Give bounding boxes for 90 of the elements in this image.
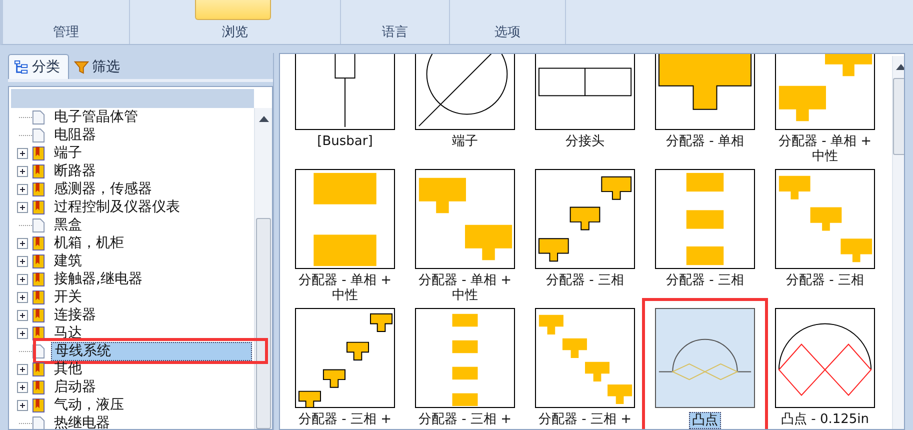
- symbol-tile[interactable]: [655, 54, 755, 130]
- tab-label: 管理: [53, 24, 79, 41]
- symbol-label: 分配器 - 单相 + 中性: [298, 273, 392, 303]
- scroll-thumb[interactable]: [893, 78, 904, 155]
- symbol-tile[interactable]: [295, 54, 395, 130]
- tree-item[interactable]: 黑盒: [51, 216, 85, 234]
- symbol-tile[interactable]: [415, 169, 515, 269]
- funnel-icon: [74, 60, 89, 74]
- tree-icon: [14, 60, 29, 74]
- expand-icon[interactable]: [17, 400, 28, 410]
- tree-item[interactable]: 建筑: [51, 252, 85, 270]
- book-icon: [32, 326, 45, 340]
- scrollbar[interactable]: [254, 108, 272, 429]
- symbol-label: 分配器 - 单相: [665, 134, 745, 149]
- book-icon: [32, 380, 45, 394]
- book-icon: [32, 254, 45, 268]
- expand-icon[interactable]: [17, 274, 28, 284]
- scroll-up-icon[interactable]: [258, 116, 268, 122]
- sidebar-tab[interactable]: 筛选: [69, 55, 128, 79]
- symbol-label: 分接头: [564, 134, 606, 149]
- expand-icon[interactable]: [17, 148, 28, 158]
- symbol-tile[interactable]: [775, 308, 875, 408]
- page-icon: [32, 218, 45, 232]
- tree-item[interactable]: 断路器: [51, 162, 99, 180]
- tab-label: 选项: [494, 24, 520, 41]
- symbol-tile[interactable]: [655, 308, 755, 408]
- tree-item[interactable]: 电阻器: [51, 126, 99, 144]
- symbol-label: 分配器 - 三相 +: [298, 412, 392, 427]
- book-icon: [32, 398, 45, 412]
- expand-icon[interactable]: [17, 238, 28, 248]
- tab-label: 语言: [382, 24, 408, 41]
- expand-icon[interactable]: [17, 166, 28, 176]
- tab-label: 浏览: [222, 24, 248, 41]
- symbol-tile[interactable]: [535, 54, 635, 130]
- symbol-label: 分配器 - 三相 +: [538, 412, 632, 427]
- symbol-label: 分配器 - 三相: [785, 273, 865, 288]
- expand-icon[interactable]: [17, 184, 28, 194]
- book-icon: [32, 290, 45, 304]
- scrollbar[interactable]: [892, 56, 904, 429]
- symbol-tile[interactable]: [655, 169, 755, 269]
- symbol-label: 分配器 - 三相: [665, 273, 745, 288]
- tree-item[interactable]: 机箱，机柜: [51, 234, 127, 252]
- symbol-label: [Busbar]: [316, 134, 374, 149]
- expand-icon[interactable]: [17, 382, 28, 392]
- tree-item[interactable]: 端子: [51, 144, 85, 162]
- book-icon: [32, 200, 45, 214]
- tree-item[interactable]: 开关: [51, 288, 85, 306]
- symbol-tile[interactable]: [295, 169, 395, 269]
- book-icon: [32, 164, 45, 178]
- expand-icon[interactable]: [17, 310, 28, 320]
- expand-icon[interactable]: [17, 364, 28, 374]
- tree-item[interactable]: 过程控制及仪器仪表: [51, 198, 183, 216]
- tree-item[interactable]: 其他: [51, 360, 85, 378]
- symbol-label: 凸点 - 0.125in: [780, 412, 870, 427]
- tree-item[interactable]: 气动，液压: [51, 396, 127, 414]
- book-icon: [32, 236, 45, 250]
- expand-icon[interactable]: [17, 292, 28, 302]
- tree-item[interactable]: 母线系统: [51, 342, 252, 360]
- symbol-label: 分配器 - 三相 +: [418, 412, 512, 427]
- scroll-up-icon[interactable]: [896, 64, 904, 70]
- tree-item[interactable]: 感测器，传感器: [51, 180, 155, 198]
- symbol-tile[interactable]: [415, 308, 515, 408]
- book-icon: [32, 182, 45, 196]
- page-icon: [32, 128, 45, 142]
- book-icon: [32, 146, 45, 160]
- scroll-thumb[interactable]: [256, 218, 271, 429]
- tree-item[interactable]: 连接器: [51, 306, 99, 324]
- symbol-label: 分配器 - 单相 + 中性: [778, 134, 872, 164]
- expand-icon[interactable]: [17, 328, 28, 338]
- symbol-tile[interactable]: [535, 169, 635, 269]
- symbol-label: 分配器 - 单相 + 中性: [418, 273, 512, 303]
- tree-item[interactable]: 启动器: [51, 378, 99, 396]
- symbol-tile[interactable]: [775, 54, 875, 130]
- expand-icon[interactable]: [17, 256, 28, 266]
- expand-icon[interactable]: [17, 202, 28, 212]
- tree-item[interactable]: 热继电器: [51, 414, 113, 429]
- symbol-tile[interactable]: [775, 169, 875, 269]
- ribbon-tab[interactable]: 选项: [450, 0, 566, 44]
- symbol-label: 凸点: [689, 412, 721, 429]
- ribbon-tab[interactable]: 语言: [341, 0, 450, 44]
- symbol-tile[interactable]: [535, 308, 635, 408]
- book-icon: [32, 272, 45, 286]
- symbol-label: 端子: [451, 134, 479, 149]
- symbol-label: 分配器 - 三相: [545, 273, 625, 288]
- book-icon: [32, 362, 45, 376]
- sidebar-tab[interactable]: 分类: [8, 54, 69, 79]
- page-icon: [32, 110, 45, 124]
- book-icon: [32, 308, 45, 322]
- tree-item[interactable]: 电子管晶体管: [51, 108, 141, 126]
- tree-item[interactable]: 接触器,继电器: [51, 270, 146, 288]
